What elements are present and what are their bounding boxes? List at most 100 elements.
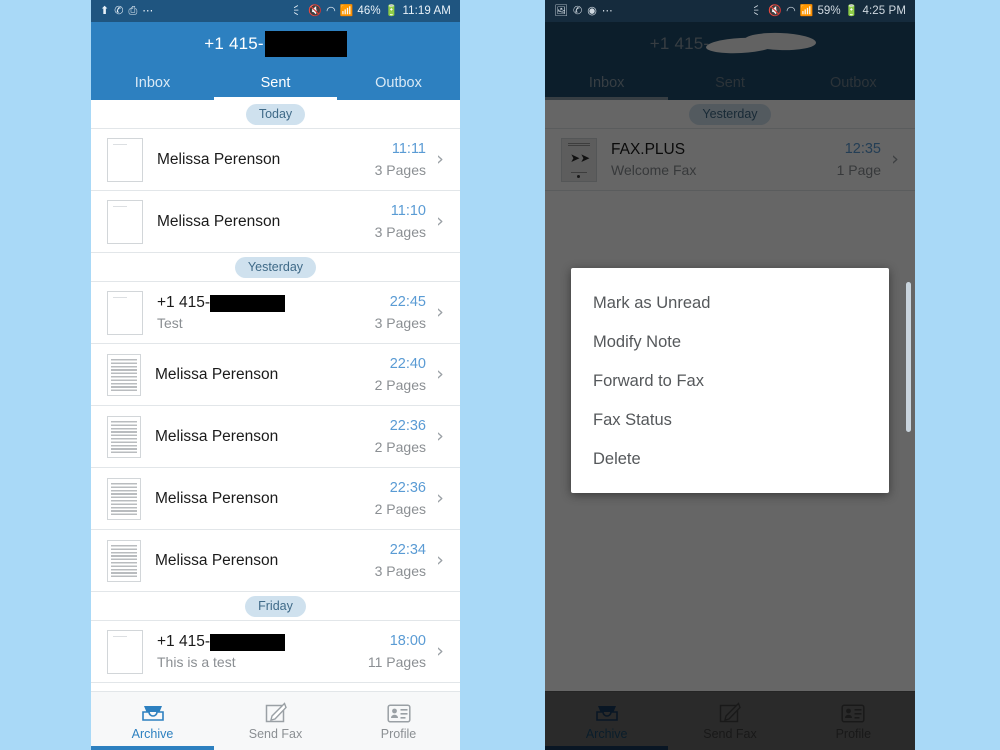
document-thumbnail bbox=[107, 415, 141, 458]
contact-card-icon bbox=[386, 701, 411, 723]
document-thumbnail bbox=[107, 539, 141, 582]
status-bar-right-icons: 🗧 🔇 ◠ 📶 46% 🔋 11:19 AM bbox=[293, 5, 451, 17]
chrome-icon: ◉ bbox=[587, 4, 597, 17]
chevron-right-icon[interactable]: › bbox=[432, 427, 448, 446]
wifi-icon: ◠ bbox=[786, 4, 796, 17]
chevron-right-icon[interactable]: › bbox=[432, 551, 448, 570]
table-row[interactable]: Melissa Perenson 22:40 2 Pages › bbox=[91, 344, 460, 406]
row-content: Melissa Perenson bbox=[141, 552, 375, 570]
row-pages: 2 Pages bbox=[374, 439, 426, 455]
thumbnail-header-lines bbox=[568, 142, 590, 146]
chevron-right-icon[interactable]: › bbox=[432, 642, 448, 661]
nav-label: Profile bbox=[835, 727, 872, 741]
tab-inbox[interactable]: Inbox bbox=[91, 66, 214, 100]
signal-icon: 📶 bbox=[339, 4, 354, 17]
document-thumbnail bbox=[107, 137, 143, 182]
menu-item-forward-to-fax[interactable]: Forward to Fax bbox=[571, 362, 889, 401]
row-pages: 3 Pages bbox=[374, 315, 426, 331]
upload-icon: ⬆ bbox=[100, 4, 110, 17]
day-chip: Today bbox=[245, 103, 306, 125]
table-row[interactable]: ➤➤ FAX.PLUS Welcome Fax 12:35 1 Page › bbox=[545, 129, 915, 191]
status-bar: 🖼 ✆ ◉ ⋯ 🗧 🔇 ◠ 📶 59% 🔋 4:25 PM bbox=[545, 0, 915, 22]
more-icon: ⋯ bbox=[142, 4, 154, 17]
missed-call-icon: ✆ bbox=[572, 4, 583, 17]
table-row[interactable]: Melissa Perenson 22:34 3 Pages › bbox=[91, 530, 460, 592]
chevron-right-icon[interactable]: › bbox=[432, 365, 448, 384]
tab-sent[interactable]: Sent bbox=[214, 66, 337, 100]
row-content: Melissa Perenson bbox=[141, 366, 375, 384]
right-phone-screenshot: 🖼 ✆ ◉ ⋯ 🗧 🔇 ◠ 📶 59% 🔋 4:25 PM +1 415- In… bbox=[545, 0, 915, 750]
day-chip: Yesterday bbox=[234, 256, 317, 278]
nav-label: Archive bbox=[585, 727, 628, 741]
table-row[interactable]: Melissa Perenson 11:11 3 Pages › bbox=[91, 129, 460, 191]
row-time: 22:34 bbox=[389, 542, 426, 558]
row-time: 22:36 bbox=[389, 480, 426, 496]
row-title: Melissa Perenson bbox=[157, 212, 281, 230]
row-meta: 12:35 1 Page bbox=[837, 141, 887, 178]
row-meta: 11:11 3 Pages bbox=[375, 141, 432, 178]
nav-label: Profile bbox=[380, 727, 417, 741]
row-time: 22:45 bbox=[389, 294, 426, 310]
nav-label: Archive bbox=[131, 727, 174, 741]
row-content: Melissa Perenson bbox=[143, 213, 375, 231]
compose-pencil-icon bbox=[265, 701, 287, 723]
archive-inbox-icon bbox=[595, 701, 619, 723]
vertical-scrollbar[interactable] bbox=[906, 282, 911, 432]
tab-inbox[interactable]: Inbox bbox=[545, 66, 669, 100]
nav-item-archive[interactable]: Archive bbox=[545, 692, 669, 750]
fax-list: Yesterday ➤➤ FAX.PLUS Welcome Fax 12:35 … bbox=[545, 100, 915, 191]
chevron-right-icon[interactable]: › bbox=[887, 150, 903, 169]
chevron-right-icon[interactable]: › bbox=[432, 150, 448, 169]
table-row[interactable]: +1 415- Test 22:45 3 Pages › bbox=[91, 282, 460, 344]
nav-item-send-fax[interactable]: Send Fax bbox=[668, 692, 791, 750]
phone-number-title: +1 415- bbox=[91, 22, 460, 66]
row-note: This is a test bbox=[157, 654, 236, 670]
row-pages: 3 Pages bbox=[374, 224, 426, 240]
menu-item-mark-as-unread[interactable]: Mark as Unread bbox=[571, 284, 889, 323]
tab-outbox[interactable]: Outbox bbox=[792, 66, 915, 100]
nav-label: Send Fax bbox=[703, 727, 757, 741]
row-meta: 22:40 2 Pages bbox=[375, 356, 432, 393]
row-content: +1 415- Test bbox=[143, 294, 375, 331]
row-note: Welcome Fax bbox=[611, 162, 697, 178]
chevron-right-icon[interactable]: › bbox=[432, 212, 448, 231]
chevron-right-icon[interactable]: › bbox=[432, 489, 448, 508]
compose-pencil-icon bbox=[719, 701, 741, 723]
phone-number-prefix: +1 415- bbox=[204, 34, 264, 53]
nav-item-archive[interactable]: Archive bbox=[91, 692, 214, 750]
day-separator: Friday bbox=[91, 592, 460, 621]
day-separator: Yesterday bbox=[91, 253, 460, 282]
row-time: 11:10 bbox=[390, 203, 426, 219]
row-time: 18:00 bbox=[389, 633, 426, 649]
row-meta: 22:45 3 Pages bbox=[375, 294, 432, 331]
tab-outbox[interactable]: Outbox bbox=[337, 66, 460, 100]
row-pages: 3 Pages bbox=[374, 162, 426, 178]
row-time: 22:40 bbox=[389, 356, 426, 372]
table-row[interactable]: +1 415- This is a test 18:00 11 Pages › bbox=[91, 621, 460, 683]
row-title: Melissa Perenson bbox=[155, 427, 279, 445]
status-bar-right-icons: 🗧 🔇 ◠ 📶 59% 🔋 4:25 PM bbox=[753, 5, 906, 17]
bluetooth-icon: 🗧 bbox=[293, 4, 305, 17]
row-content: Melissa Perenson bbox=[141, 490, 375, 508]
row-pages: 3 Pages bbox=[374, 563, 426, 579]
table-row[interactable]: Melissa Perenson 11:10 3 Pages › bbox=[91, 191, 460, 253]
row-title: Melissa Perenson bbox=[155, 551, 279, 569]
chevron-right-icon[interactable]: › bbox=[432, 303, 448, 322]
nav-item-profile[interactable]: Profile bbox=[337, 692, 460, 750]
row-title: Melissa Perenson bbox=[157, 150, 281, 168]
thumbnail-dot bbox=[577, 174, 580, 178]
battery-percent: 46% bbox=[357, 5, 381, 17]
nav-item-profile[interactable]: Profile bbox=[792, 692, 915, 750]
table-row[interactable]: Melissa Perenson 22:36 2 Pages › bbox=[91, 406, 460, 468]
menu-item-modify-note[interactable]: Modify Note bbox=[571, 323, 889, 362]
nav-item-send-fax[interactable]: Send Fax bbox=[214, 692, 337, 750]
row-title: +1 415- bbox=[157, 294, 375, 312]
day-chip: Yesterday bbox=[689, 103, 771, 125]
row-title-text: +1 415- bbox=[157, 633, 211, 650]
tab-sent[interactable]: Sent bbox=[668, 66, 791, 100]
table-row[interactable]: Melissa Perenson 22:36 2 Pages › bbox=[91, 468, 460, 530]
menu-item-fax-status[interactable]: Fax Status bbox=[571, 401, 889, 440]
menu-item-delete[interactable]: Delete bbox=[571, 440, 889, 479]
document-thumbnail bbox=[107, 199, 143, 244]
mute-icon: 🔇 bbox=[308, 4, 323, 17]
